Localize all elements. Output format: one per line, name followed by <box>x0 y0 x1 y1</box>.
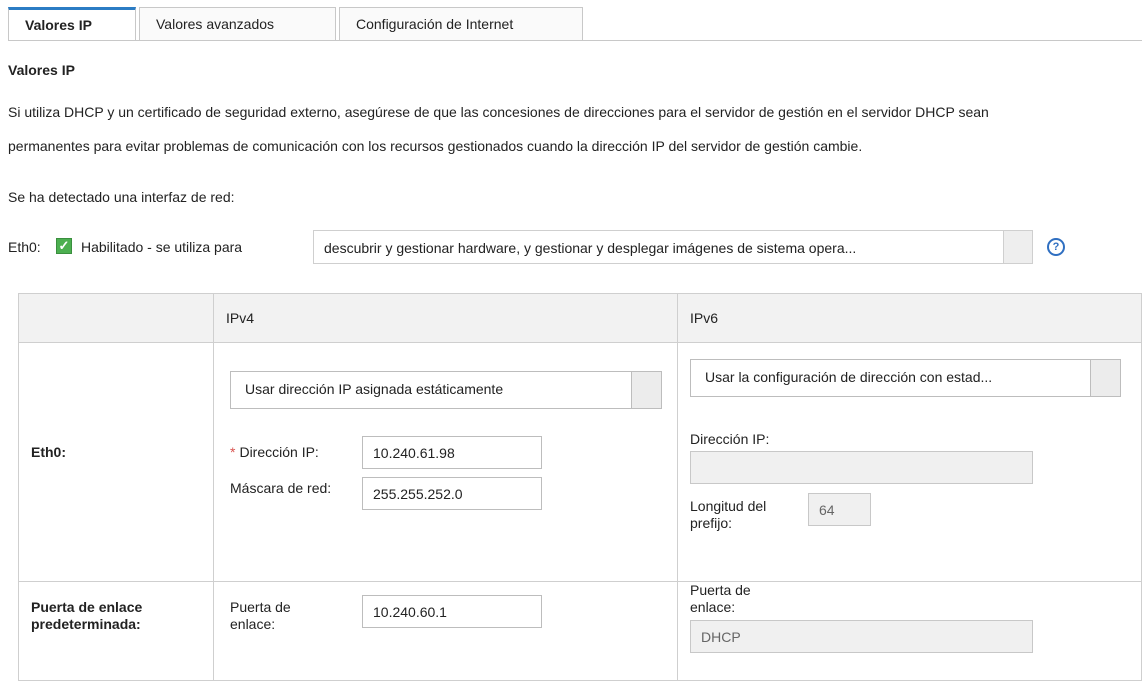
table-header-ipv6: IPv6 <box>677 293 1142 343</box>
tab-bar: Valores IP Valores avanzados Configuraci… <box>8 7 586 41</box>
ipv6-prefix-label: Longitud del prefijo: <box>690 498 767 531</box>
ipv4-header-label: IPv4 <box>226 310 255 326</box>
ipv4-mode-dropdown-button[interactable] <box>631 372 661 408</box>
gateway-row-label-cell: Puerta de enlace predeterminada: <box>18 581 214 681</box>
eth0-ipv6-cell: Usar la configuración de dirección con e… <box>677 342 1142 582</box>
detected-interface-text: Se ha detectado una interfaz de red: <box>8 189 235 205</box>
interface-row: Eth0: ✓ Habilitado - se utiliza para des… <box>8 230 1128 264</box>
ipv6-gateway-label: Puerta de enlace: <box>690 582 751 615</box>
ipv6-header-label: IPv6 <box>690 310 719 326</box>
intro-line-1: Si utiliza DHCP y un certificado de segu… <box>8 104 989 120</box>
usage-select-value: descubrir y gestionar hardware, y gestio… <box>324 240 857 256</box>
ipv4-ip-label: * Dirección IP: <box>230 444 319 461</box>
gateway-ipv6-cell: Puerta de enlace: <box>677 581 1142 681</box>
ipv4-gateway-label: Puerta de enlace: <box>230 599 291 632</box>
tab-valores-avanzados[interactable]: Valores avanzados <box>139 7 336 40</box>
intro-line-2: permanentes para evitar problemas de com… <box>8 138 863 154</box>
section-title: Valores IP <box>8 62 75 78</box>
tab-valores-ip[interactable]: Valores IP <box>8 7 136 40</box>
eth0-row-label: Eth0: <box>31 444 66 460</box>
ipv6-mode-value: Usar la configuración de dirección con e… <box>705 369 993 385</box>
eth0-row-label-cell: Eth0: <box>18 342 214 582</box>
enabled-checkbox[interactable]: ✓ <box>56 238 72 254</box>
ipv4-ip-input[interactable] <box>362 436 542 469</box>
gateway-row-label: Puerta de enlace predeterminada: <box>31 599 143 632</box>
ipv6-mode-dropdown-button[interactable] <box>1090 360 1120 396</box>
required-marker: * <box>230 444 236 460</box>
ipv6-prefix-input[interactable] <box>808 493 871 526</box>
ipv6-gateway-input[interactable] <box>690 620 1033 653</box>
ipv4-mask-input[interactable] <box>362 477 542 510</box>
ipv6-mode-select[interactable]: Usar la configuración de dirección con e… <box>690 359 1121 397</box>
gateway-ipv4-cell: Puerta de enlace: <box>213 581 678 681</box>
ipv4-gateway-input[interactable] <box>362 595 542 628</box>
ipv6-ip-input[interactable] <box>690 451 1033 484</box>
usage-select[interactable]: descubrir y gestionar hardware, y gestio… <box>313 230 1033 264</box>
tab-configuracion-internet[interactable]: Configuración de Internet <box>339 7 583 40</box>
ipv4-mode-value: Usar dirección IP asignada estáticamente <box>245 381 504 397</box>
eth0-ipv4-cell: Usar dirección IP asignada estáticamente… <box>213 342 678 582</box>
ipv4-ip-label-text: Dirección IP: <box>239 444 319 460</box>
table-header-ipv4: IPv4 <box>213 293 678 343</box>
ipv6-ip-label: Dirección IP: <box>690 431 770 447</box>
interface-name: Eth0: <box>8 239 41 255</box>
help-icon[interactable]: ? <box>1047 238 1065 256</box>
ipv4-mode-select[interactable]: Usar dirección IP asignada estáticamente <box>230 371 662 409</box>
table-header-empty <box>18 293 214 343</box>
ip-settings-table: IPv4 IPv6 Eth0: Usar dirección IP asigna… <box>18 293 1142 681</box>
ipv4-mask-label: Máscara de red: <box>230 480 332 496</box>
usage-select-dropdown-button[interactable] <box>1003 231 1033 263</box>
enabled-label: Habilitado - se utiliza para <box>81 239 243 255</box>
